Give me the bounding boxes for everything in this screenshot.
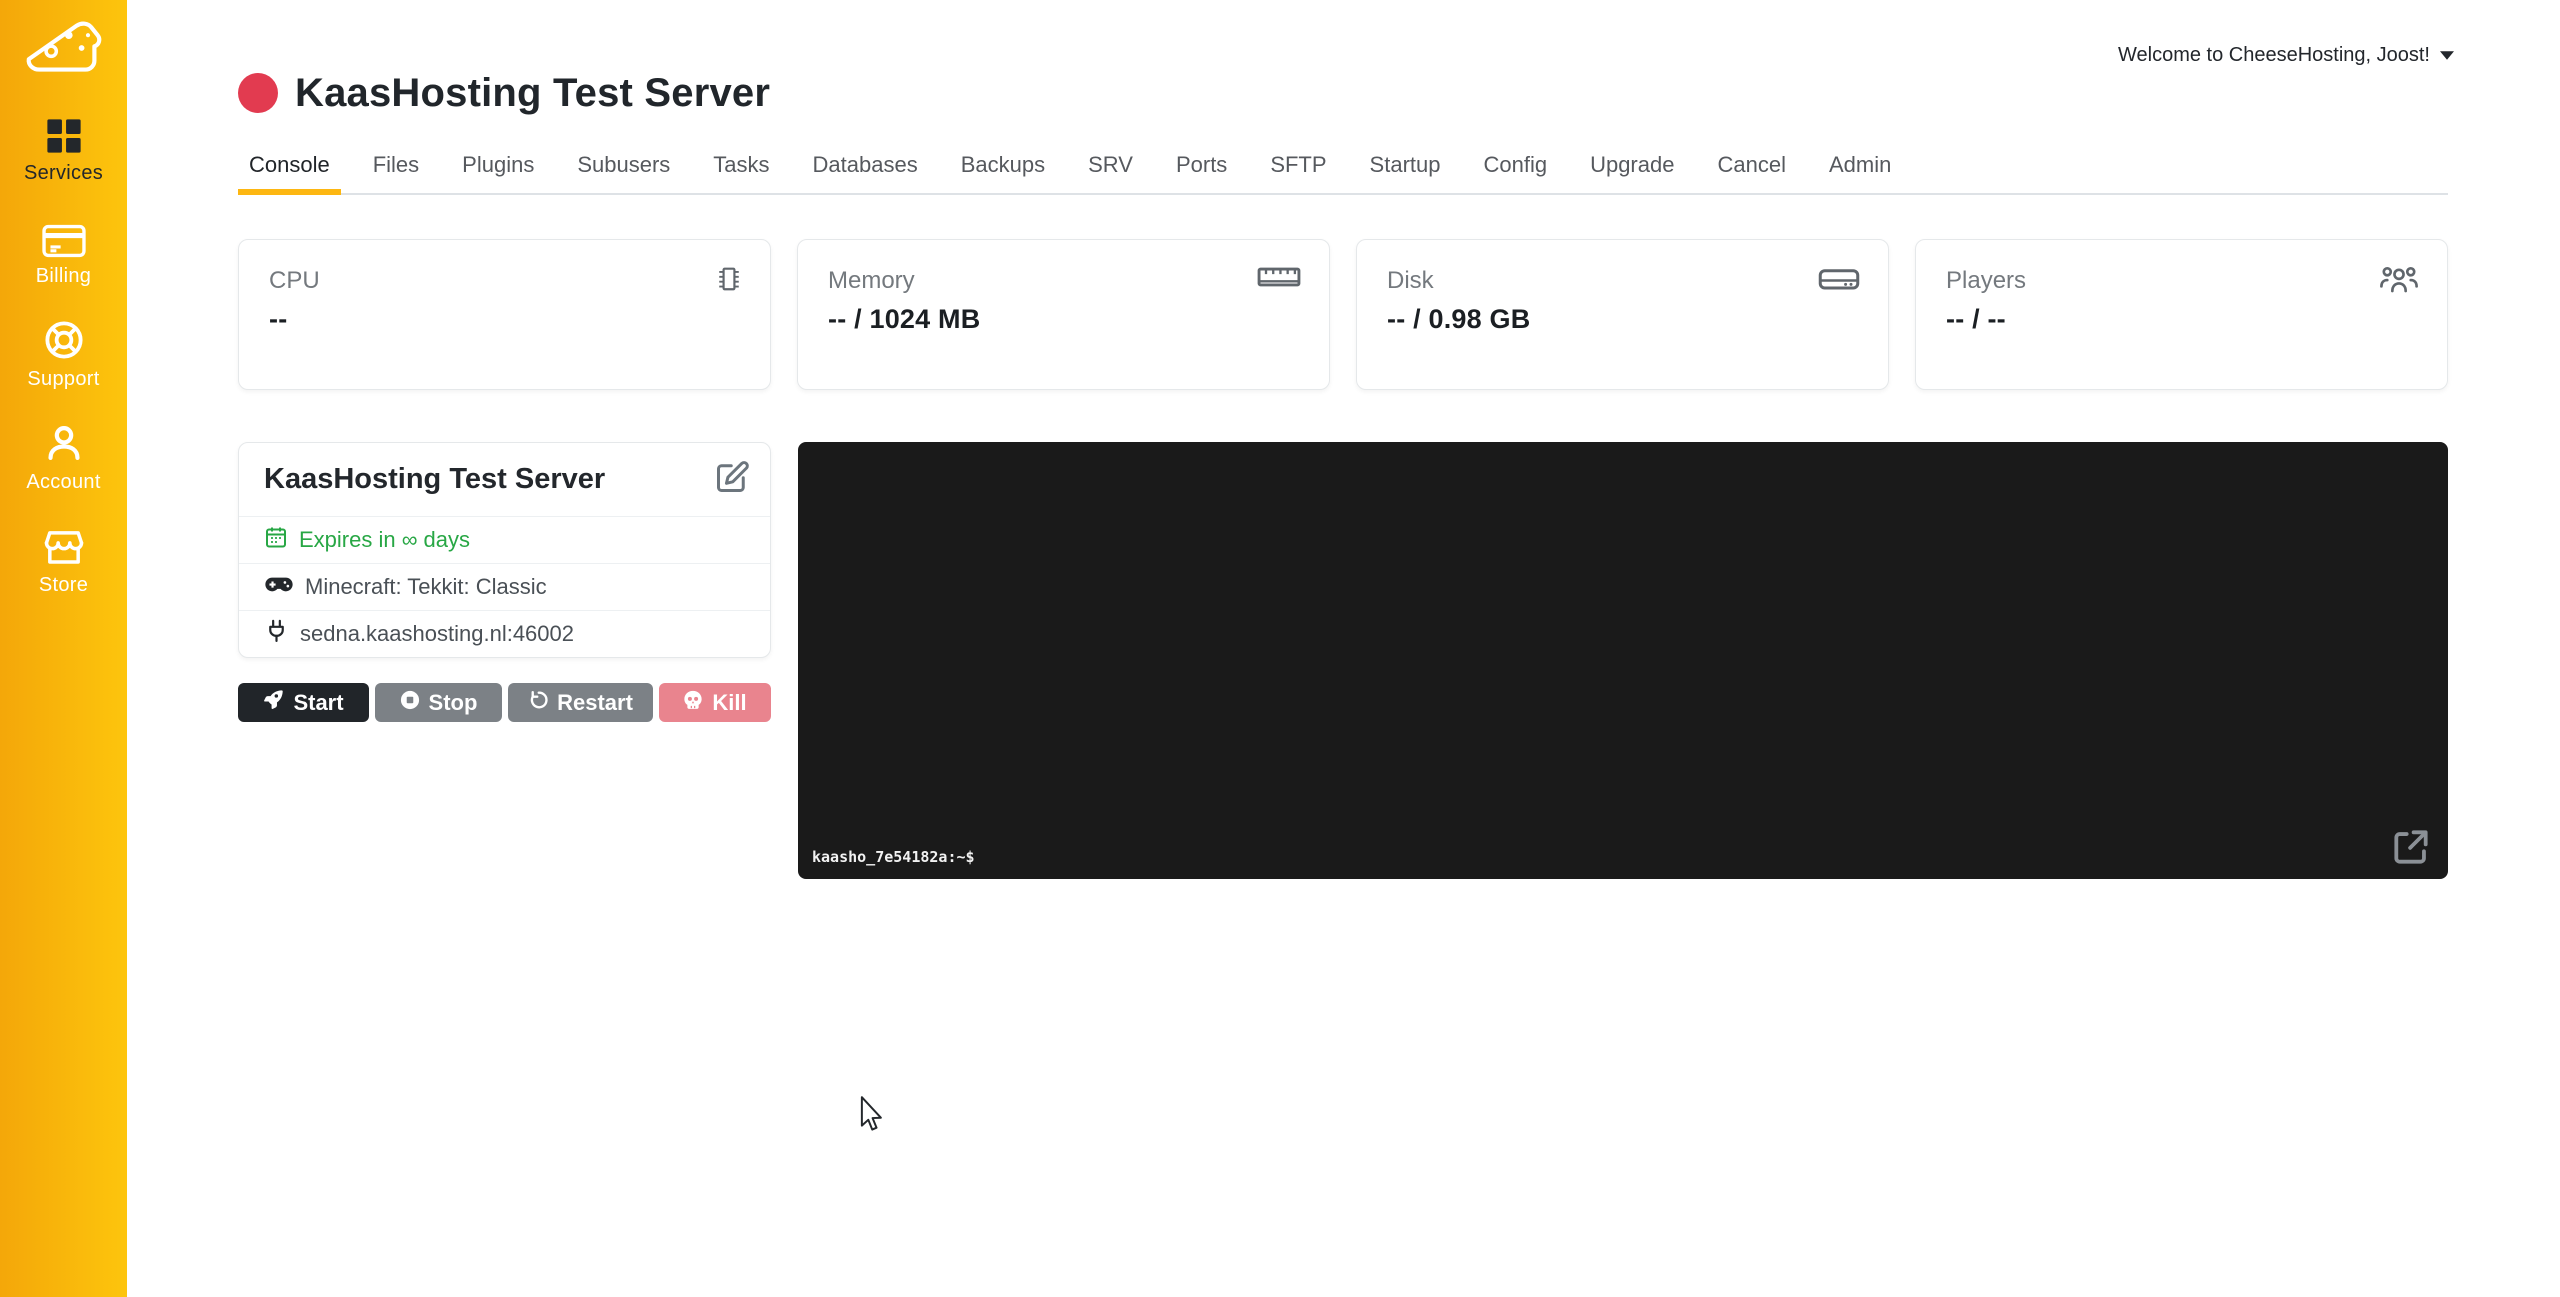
sidebar-item-services[interactable]: Services bbox=[0, 115, 127, 185]
expiry-row: Expires in ∞ days bbox=[239, 516, 770, 563]
players-icon bbox=[2379, 264, 2419, 299]
page-header: KaasHosting Test Server bbox=[238, 68, 2448, 118]
tab-upgrade[interactable]: Upgrade bbox=[1579, 142, 1685, 193]
tab-sftp[interactable]: SFTP bbox=[1259, 142, 1337, 193]
tab-bar: Console Files Plugins Subusers Tasks Dat… bbox=[238, 142, 2448, 195]
content-row: KaasHosting Test Server bbox=[238, 442, 2448, 879]
sidebar-item-billing[interactable]: Billing bbox=[0, 218, 127, 288]
sidebar-item-account[interactable]: Account bbox=[0, 424, 127, 494]
rocket-icon bbox=[263, 689, 284, 716]
server-name: KaasHosting Test Server bbox=[264, 463, 605, 496]
gamepad-icon bbox=[264, 572, 294, 603]
sidebar-item-label: Account bbox=[26, 471, 100, 494]
kill-button[interactable]: Kill bbox=[659, 683, 771, 722]
server-status-indicator bbox=[238, 73, 278, 113]
storefront-icon bbox=[42, 527, 86, 567]
sidebar-item-label: Store bbox=[39, 574, 88, 597]
address-row: sedna.kaashosting.nl:46002 bbox=[239, 610, 770, 657]
tab-backups[interactable]: Backups bbox=[950, 142, 1056, 193]
calendar-icon bbox=[264, 525, 288, 555]
restart-button[interactable]: Restart bbox=[508, 683, 653, 722]
stats-row: CPU -- Memory -- / 1024 MB bbox=[238, 239, 2448, 390]
sidebar: Services Billing bbox=[0, 0, 127, 1297]
tab-console[interactable]: Console bbox=[238, 142, 341, 193]
address-text: sedna.kaashosting.nl:46002 bbox=[300, 621, 574, 647]
game-text: Minecraft: Tekkit: Classic bbox=[305, 574, 547, 600]
stat-label: CPU bbox=[269, 267, 740, 295]
welcome-text: Welcome to CheeseHosting, Joost! bbox=[2118, 44, 2430, 67]
console-prompt: kaasho_7e54182a:~$ bbox=[812, 848, 975, 866]
tab-databases[interactable]: Databases bbox=[802, 142, 929, 193]
stat-label: Disk bbox=[1387, 267, 1858, 295]
server-info-card: KaasHosting Test Server bbox=[238, 442, 771, 658]
stat-label: Players bbox=[1946, 267, 2417, 295]
microchip-icon bbox=[716, 264, 742, 300]
stat-value: -- / 0.98 GB bbox=[1387, 304, 1858, 335]
power-actions: Start Stop bbox=[238, 683, 771, 722]
sidebar-item-store[interactable]: Store bbox=[0, 527, 127, 597]
user-icon bbox=[43, 424, 85, 464]
skull-icon bbox=[683, 690, 703, 716]
tab-cancel[interactable]: Cancel bbox=[1706, 142, 1796, 193]
tab-ports[interactable]: Ports bbox=[1165, 142, 1238, 193]
tab-tasks[interactable]: Tasks bbox=[702, 142, 780, 193]
sidebar-item-label: Billing bbox=[36, 265, 91, 288]
stop-label: Stop bbox=[429, 690, 478, 716]
stat-card-cpu: CPU -- bbox=[238, 239, 771, 390]
tab-plugins[interactable]: Plugins bbox=[451, 142, 545, 193]
kill-label: Kill bbox=[712, 690, 746, 716]
sidebar-item-label: Services bbox=[24, 162, 103, 185]
main-content: Welcome to CheeseHosting, Joost! KaasHos… bbox=[127, 0, 2560, 1297]
start-button[interactable]: Start bbox=[238, 683, 369, 722]
stat-label: Memory bbox=[828, 267, 1299, 295]
page-title: KaasHosting Test Server bbox=[295, 71, 770, 116]
server-panel: KaasHosting Test Server bbox=[238, 442, 771, 722]
stat-value: -- / -- bbox=[1946, 304, 2417, 335]
tab-files[interactable]: Files bbox=[362, 142, 430, 193]
tab-admin[interactable]: Admin bbox=[1818, 142, 1902, 193]
account-menu[interactable]: Welcome to CheeseHosting, Joost! bbox=[2118, 44, 2454, 67]
edit-icon[interactable] bbox=[714, 459, 750, 500]
cheese-logo[interactable] bbox=[24, 15, 104, 81]
stat-card-players: Players -- / -- bbox=[1915, 239, 2448, 390]
memory-icon bbox=[1257, 264, 1301, 295]
sidebar-nav: Services Billing bbox=[0, 101, 127, 597]
mouse-cursor bbox=[858, 1096, 883, 1138]
stat-card-memory: Memory -- / 1024 MB bbox=[797, 239, 1330, 390]
tab-startup[interactable]: Startup bbox=[1359, 142, 1452, 193]
stop-circle-icon bbox=[400, 690, 420, 716]
caret-down-icon bbox=[2440, 51, 2454, 60]
tab-config[interactable]: Config bbox=[1472, 142, 1558, 193]
cheese-icon bbox=[24, 16, 104, 80]
sidebar-item-support[interactable]: Support bbox=[0, 321, 127, 391]
restart-icon bbox=[528, 690, 548, 716]
grid-icon bbox=[45, 115, 83, 155]
app: Services Billing bbox=[0, 0, 2560, 1297]
game-row: Minecraft: Tekkit: Classic bbox=[239, 563, 770, 610]
expiry-text: Expires in ∞ days bbox=[299, 527, 470, 553]
plug-icon bbox=[264, 619, 289, 649]
life-ring-icon bbox=[43, 321, 85, 361]
sidebar-item-label: Support bbox=[27, 368, 99, 391]
credit-card-icon bbox=[42, 218, 86, 258]
harddrive-icon bbox=[1818, 264, 1860, 299]
server-card-header: KaasHosting Test Server bbox=[239, 443, 770, 516]
stat-value: -- / 1024 MB bbox=[828, 304, 1299, 335]
tab-subusers[interactable]: Subusers bbox=[566, 142, 681, 193]
external-link-icon[interactable] bbox=[2392, 828, 2430, 871]
stat-card-disk: Disk -- / 0.98 GB bbox=[1356, 239, 1889, 390]
stat-value: -- bbox=[269, 304, 740, 335]
stop-button[interactable]: Stop bbox=[375, 683, 502, 722]
start-label: Start bbox=[293, 690, 343, 716]
tab-srv[interactable]: SRV bbox=[1077, 142, 1144, 193]
restart-label: Restart bbox=[557, 690, 633, 716]
console-terminal[interactable]: kaasho_7e54182a:~$ bbox=[798, 442, 2448, 879]
